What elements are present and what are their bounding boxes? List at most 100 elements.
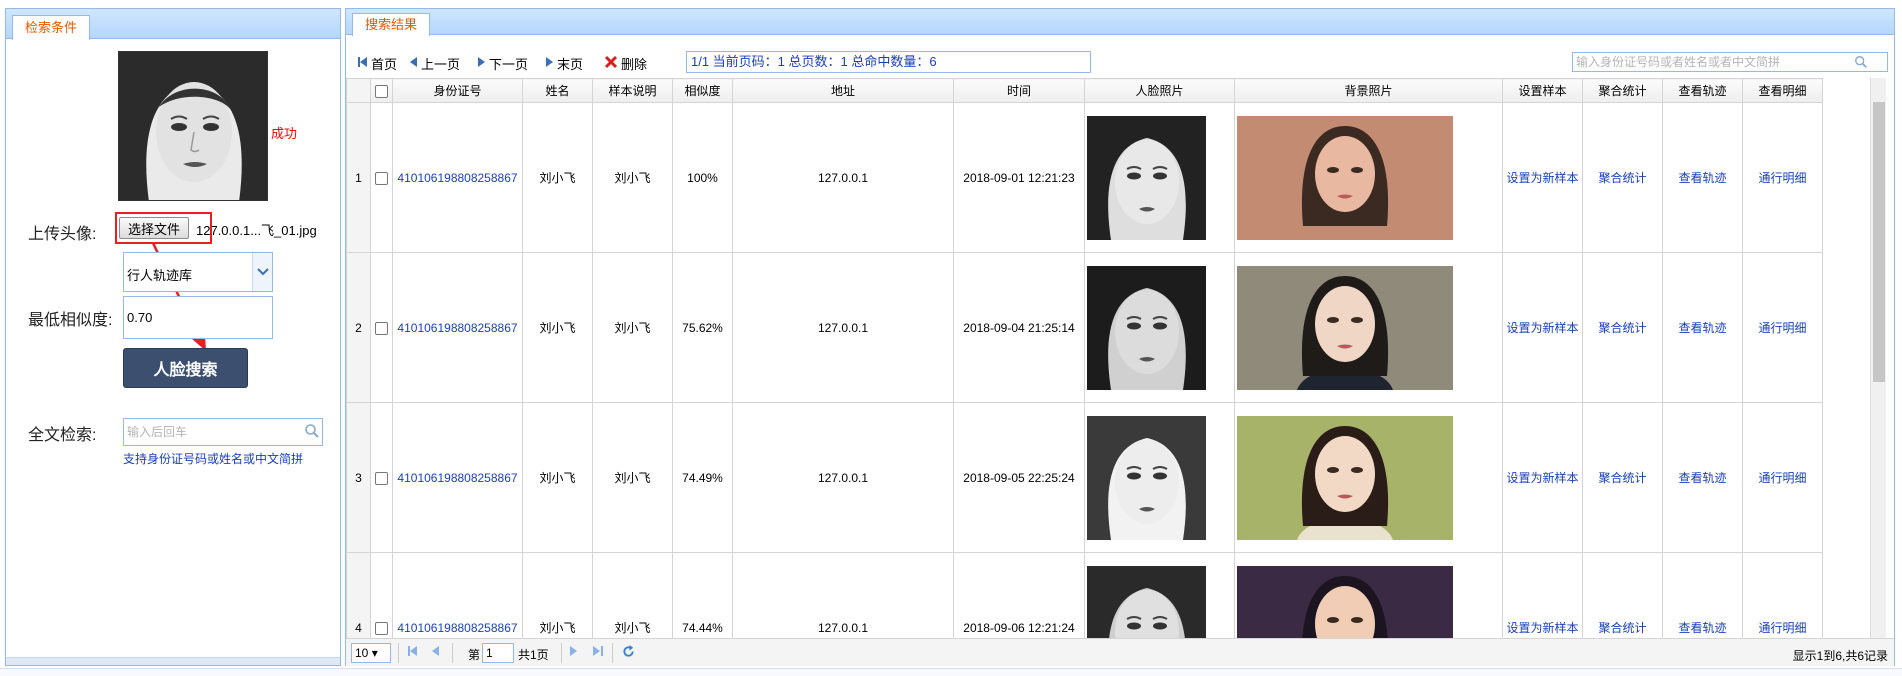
name-cell: 刘小飞	[522, 552, 593, 638]
page-number-input[interactable]	[482, 643, 514, 663]
pager-separator	[561, 643, 562, 663]
time-cell: 2018-09-06 12:21:24	[953, 552, 1085, 638]
header-select-all[interactable]	[370, 78, 393, 103]
results-toolbar: 首页 上一页 下一页 末页 删除 1/1 当前页码：1 总页数：1 总命中数量：…	[346, 47, 1894, 77]
chevron-down-icon[interactable]	[252, 253, 272, 291]
row-select-cell[interactable]	[370, 552, 393, 638]
header-rownum	[346, 78, 371, 103]
row-number: 2	[346, 252, 371, 403]
address-cell: 127.0.0.1	[732, 102, 954, 253]
search-icon[interactable]	[1854, 55, 1868, 72]
search-icon[interactable]	[304, 423, 320, 442]
background-photo-cell[interactable]	[1234, 552, 1503, 638]
header-background-photo[interactable]: 背景照片	[1234, 78, 1503, 103]
header-similarity[interactable]: 相似度	[672, 78, 733, 103]
prev-page-button[interactable]: 上一页	[410, 54, 460, 73]
stats-link[interactable]: 聚合统计	[1582, 402, 1663, 553]
fulltext-search-label: 全文检索:	[28, 427, 97, 444]
table-row[interactable]: 3 410106198808258867 刘小飞 刘小飞 74.49% 127.0.0.1…	[346, 402, 1823, 553]
row-select-cell[interactable]	[370, 402, 393, 553]
header-track[interactable]: 查看轨迹	[1662, 78, 1743, 103]
pager-prev-icon[interactable]	[432, 645, 440, 660]
header-set-sample[interactable]: 设置样本	[1502, 78, 1583, 103]
row-select-cell[interactable]	[370, 102, 393, 253]
id-number-cell[interactable]: 410106198808258867	[392, 402, 523, 553]
row-checkbox[interactable]	[375, 471, 388, 485]
row-select-cell[interactable]	[370, 252, 393, 403]
id-number-cell[interactable]: 410106198808258867	[392, 552, 523, 638]
track-link[interactable]: 查看轨迹	[1662, 102, 1743, 253]
pager-last-icon[interactable]	[593, 645, 603, 660]
name-cell: 刘小飞	[522, 402, 593, 553]
pager-first-icon[interactable]	[408, 645, 418, 660]
detail-link[interactable]: 通行明细	[1742, 102, 1823, 253]
stats-link[interactable]: 聚合统计	[1582, 252, 1663, 403]
header-stats[interactable]: 聚合统计	[1582, 78, 1663, 103]
search-results-tab[interactable]: 搜索结果	[352, 13, 431, 36]
header-address[interactable]: 地址	[732, 78, 954, 103]
set-sample-link[interactable]: 设置为新样本	[1502, 552, 1583, 638]
fulltext-search-input[interactable]	[123, 418, 323, 446]
library-select[interactable]: 行人轨迹库	[123, 252, 273, 292]
vertical-scrollbar[interactable]	[1870, 78, 1886, 638]
sample-note-cell: 刘小飞	[592, 402, 673, 553]
set-sample-link[interactable]: 设置为新样本	[1502, 402, 1583, 553]
background-photo-cell[interactable]	[1234, 252, 1503, 403]
time-cell: 2018-09-04 21:25:14	[953, 252, 1085, 403]
background-photo-cell[interactable]	[1234, 102, 1503, 253]
scrollbar-thumb[interactable]	[1873, 102, 1885, 382]
header-id[interactable]: 身份证号	[392, 78, 523, 103]
track-link[interactable]: 查看轨迹	[1662, 552, 1743, 638]
face-photo-cell[interactable]	[1084, 402, 1235, 553]
set-sample-link[interactable]: 设置为新样本	[1502, 102, 1583, 253]
detail-link[interactable]: 通行明细	[1742, 552, 1823, 638]
face-search-button[interactable]: 人脸搜索	[123, 348, 248, 388]
select-all-checkbox[interactable]	[375, 84, 388, 98]
pager-next-icon[interactable]	[570, 645, 578, 660]
header-note[interactable]: 样本说明	[592, 78, 673, 103]
track-link[interactable]: 查看轨迹	[1662, 252, 1743, 403]
fulltext-search-hint: 支持身份证号码或姓名或中文简拼	[123, 452, 304, 466]
first-page-button[interactable]: 首页	[358, 54, 397, 73]
header-name[interactable]: 姓名	[522, 78, 593, 103]
delete-button[interactable]: 删除	[604, 54, 647, 73]
prev-page-label: 上一页	[421, 57, 461, 72]
min-similarity-input[interactable]	[123, 296, 273, 339]
track-link[interactable]: 查看轨迹	[1662, 402, 1743, 553]
detail-link[interactable]: 通行明细	[1742, 402, 1823, 553]
next-page-label: 下一页	[489, 57, 529, 72]
face-photo-cell[interactable]	[1084, 552, 1235, 638]
face-photo-cell[interactable]	[1084, 102, 1235, 253]
results-table: 身份证号 姓名 样本说明 相似度 地址 时间 人脸照片 背景照片 设置样本 聚合…	[346, 78, 1823, 638]
detail-link[interactable]: 通行明细	[1742, 252, 1823, 403]
table-row[interactable]: 2 410106198808258867 刘小飞 刘小飞 75.62% 127.0.0.1…	[346, 252, 1823, 403]
row-checkbox[interactable]	[375, 621, 388, 635]
similarity-cell: 74.44%	[672, 552, 733, 638]
table-row[interactable]: 1 410106198808258867 刘小飞 刘小飞 100% 127.0.0.1 20…	[346, 102, 1823, 253]
pager-separator	[398, 643, 399, 663]
time-cell: 2018-09-01 12:21:23	[953, 102, 1085, 253]
row-checkbox[interactable]	[375, 171, 388, 185]
next-page-button[interactable]: 下一页	[478, 54, 528, 73]
page-label-total: 共1页	[518, 648, 549, 662]
results-search-input[interactable]	[1572, 52, 1888, 72]
row-checkbox[interactable]	[375, 321, 388, 335]
header-face-photo[interactable]: 人脸照片	[1084, 78, 1235, 103]
set-sample-link[interactable]: 设置为新样本	[1502, 252, 1583, 403]
refresh-icon[interactable]	[622, 645, 635, 661]
face-photo-cell[interactable]	[1084, 252, 1235, 403]
search-conditions-header: 检索条件	[6, 9, 340, 40]
search-conditions-tab[interactable]: 检索条件	[12, 15, 91, 40]
page-size-select[interactable]: 10 ▾	[351, 643, 391, 663]
stats-link[interactable]: 聚合统计	[1582, 102, 1663, 253]
stats-link[interactable]: 聚合统计	[1582, 552, 1663, 638]
header-detail[interactable]: 查看明细	[1742, 78, 1823, 103]
background-photo-cell[interactable]	[1234, 402, 1503, 553]
header-time[interactable]: 时间	[953, 78, 1085, 103]
last-page-button[interactable]: 末页	[546, 54, 583, 73]
left-panel-footer	[6, 657, 340, 665]
id-number-cell[interactable]: 410106198808258867	[392, 102, 523, 253]
search-results-header: 搜索结果	[346, 9, 1894, 36]
id-number-cell[interactable]: 410106198808258867	[392, 252, 523, 403]
table-row[interactable]: 4 410106198808258867 刘小飞 刘小飞 74.44% 127.0.0.1…	[346, 552, 1823, 638]
